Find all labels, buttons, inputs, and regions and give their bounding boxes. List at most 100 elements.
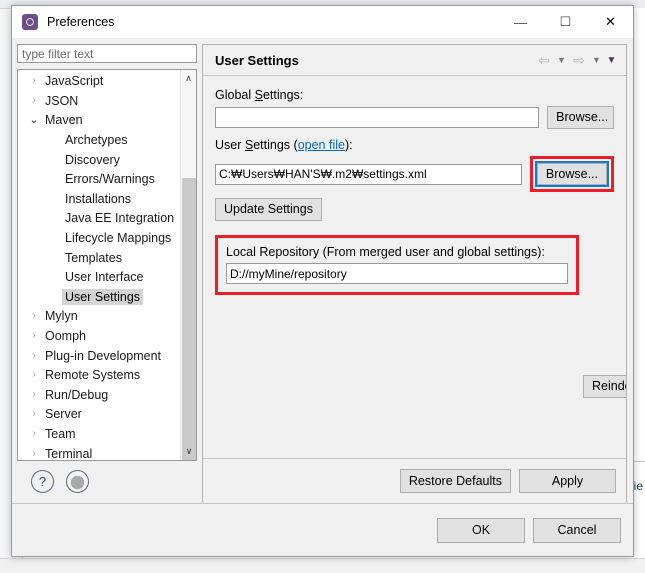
sidebar-item-label: JSON — [45, 93, 79, 108]
preferences-tree[interactable]: › JavaScript › JSON ⌄ Maven Archetypes Discov… — [17, 69, 197, 461]
sidebar-item-label: Team — [45, 426, 76, 441]
sidebar-item-installations[interactable]: Installations — [18, 189, 180, 209]
apply-button[interactable]: Apply — [519, 469, 616, 493]
global-settings-label-prefix: Global — [215, 88, 255, 102]
open-file-link[interactable]: open file — [298, 138, 345, 152]
chevron-right-icon[interactable]: › — [26, 350, 42, 361]
sidebar-item-label: JavaScript — [45, 74, 104, 89]
minimize-icon[interactable]: — — [498, 7, 543, 38]
sidebar-item-user-interface[interactable]: User Interface — [18, 267, 180, 287]
sidebar-item-server[interactable]: › Server — [18, 405, 180, 425]
chevron-down-icon[interactable]: ⌄ — [26, 114, 42, 126]
scroll-up-icon[interactable]: ∧ — [181, 70, 196, 86]
sidebar-item-javascript[interactable]: › JavaScript — [18, 71, 180, 91]
sidebar-item-label: Plug-in Development — [45, 348, 162, 363]
sidebar-item-maven[interactable]: ⌄ Maven — [18, 111, 180, 131]
secondary-round-button[interactable] — [66, 470, 89, 494]
sidebar-item-label: Terminal — [45, 446, 93, 461]
preferences-page-panel: User Settings ⇦ ▼ ⇨ ▼ ▼ Global Settings: — [202, 44, 627, 503]
scroll-down-icon[interactable]: ∨ — [181, 444, 196, 460]
dialog-upper-area: ›JavaScript›JSON⌄Maven Archetypes Discov… — [12, 38, 633, 503]
chevron-right-icon[interactable]: › — [26, 389, 42, 400]
dialog-titlebar: Preferences — ☐ ✕ — [12, 6, 633, 38]
dialog-footer: OK Cancel — [12, 503, 633, 556]
scrollbar-thumb[interactable] — [182, 178, 196, 460]
local-repository-input[interactable] — [226, 263, 568, 284]
restore-defaults-button[interactable]: Restore Defaults — [399, 469, 511, 493]
page-title: User Settings — [215, 52, 299, 68]
sidebar-item-label: Errors/Warnings — [65, 172, 155, 187]
filter-input[interactable] — [17, 44, 197, 64]
sidebar-item-errors-warnings[interactable]: Errors/Warnings — [18, 169, 180, 189]
sidebar-item-archetypes[interactable]: Archetypes — [18, 130, 180, 150]
back-arrow-icon[interactable]: ⇦ — [535, 52, 553, 69]
sidebar-item-discovery[interactable]: Discovery — [18, 150, 180, 170]
sidebar-item-oomph[interactable]: › Oomph — [18, 326, 180, 346]
sidebar-item-templates[interactable]: Templates — [18, 248, 180, 268]
preferences-sidebar: ›JavaScript›JSON⌄Maven Archetypes Discov… — [12, 38, 202, 503]
sidebar-item-mylyn[interactable]: › Mylyn — [18, 307, 180, 327]
preferences-gear-icon — [21, 13, 39, 31]
tree-scrollbar[interactable]: ∧ ∨ — [180, 70, 196, 460]
background-bottom-strip — [0, 558, 645, 573]
sidebar-item-run-debug[interactable]: › Run/Debug — [18, 385, 180, 405]
global-settings-label-suffix: ettings: — [262, 88, 304, 102]
global-settings-input[interactable] — [215, 107, 540, 128]
chevron-right-icon[interactable]: › — [26, 76, 42, 86]
ok-button[interactable]: OK — [437, 517, 525, 543]
chevron-right-icon[interactable]: › — [26, 428, 42, 439]
user-settings-browse-button[interactable]: Browse... — [536, 163, 607, 185]
update-settings-button[interactable]: Update Settings — [215, 198, 322, 221]
sidebar-item-label: Java EE Integration — [65, 211, 175, 226]
global-settings-row: Browse... — [215, 106, 614, 129]
close-icon[interactable]: ✕ — [588, 7, 633, 38]
back-menu-chevron-down-icon[interactable]: ▼ — [555, 55, 568, 65]
global-settings-browse-button[interactable]: Browse... — [547, 106, 614, 129]
user-settings-label-prefix: User — [215, 138, 245, 152]
sidebar-item-user-settings[interactable]: User Settings — [18, 287, 180, 307]
view-menu-chevron-down-icon[interactable]: ▼ — [605, 55, 618, 66]
user-settings-label: User Settings (open file): — [215, 138, 614, 152]
help-button[interactable]: ? — [31, 470, 54, 494]
local-repository-highlight: Local Repository (From merged user and g… — [215, 235, 579, 295]
sidebar-item-plug-in-development[interactable]: › Plug-in Development — [18, 346, 180, 366]
chevron-right-icon[interactable]: › — [26, 370, 42, 380]
sidebar-item-label: Oomph — [45, 329, 86, 343]
sidebar-item-label: Mylyn — [45, 309, 78, 324]
sidebar-item-terminal[interactable]: › Terminal — [18, 444, 180, 461]
sidebar-item-remote-systems[interactable]: › Remote Systems — [18, 365, 180, 385]
page-nav-icons: ⇦ ▼ ⇨ ▼ ▼ — [535, 52, 618, 69]
forward-arrow-icon[interactable]: ⇨ — [570, 52, 588, 69]
sidebar-item-label: Server — [45, 407, 82, 422]
forward-menu-chevron-down-icon[interactable]: ▼ — [590, 55, 603, 65]
dialog-body: ›JavaScript›JSON⌄Maven Archetypes Discov… — [12, 38, 633, 556]
chevron-right-icon[interactable]: › — [26, 95, 42, 106]
sidebar-item-label: Run/Debug — [45, 387, 109, 402]
sidebar-item-lifecycle-mappings[interactable]: Lifecycle Mappings — [18, 228, 180, 248]
chevron-right-icon[interactable]: › — [26, 331, 42, 341]
reindex-button[interactable]: Reindex — [583, 375, 626, 398]
global-settings-label-mnemonic: S — [254, 88, 263, 102]
user-settings-browse-focus-ring: Browse... — [534, 161, 609, 187]
cancel-button[interactable]: Cancel — [533, 517, 621, 543]
chevron-right-icon[interactable]: › — [26, 311, 42, 321]
sidebar-item-label: Remote Systems — [45, 368, 141, 383]
sidebar-item-json[interactable]: › JSON — [18, 91, 180, 111]
page-action-bar: Restore Defaults Apply — [203, 458, 626, 503]
sidebar-item-label: User Interface — [65, 270, 144, 285]
sidebar-item-label: Maven — [45, 113, 83, 128]
user-settings-input[interactable] — [215, 163, 522, 185]
chevron-right-icon[interactable]: › — [26, 409, 42, 419]
sidebar-item-label: User Settings — [62, 288, 144, 305]
sidebar-item-java-ee-integration[interactable]: Java EE Integration — [18, 209, 180, 229]
sidebar-item-team[interactable]: › Team — [18, 424, 180, 444]
maximize-icon[interactable]: ☐ — [543, 7, 588, 38]
chevron-right-icon[interactable]: › — [26, 448, 42, 459]
user-settings-label-suffix: ): — [344, 138, 353, 152]
